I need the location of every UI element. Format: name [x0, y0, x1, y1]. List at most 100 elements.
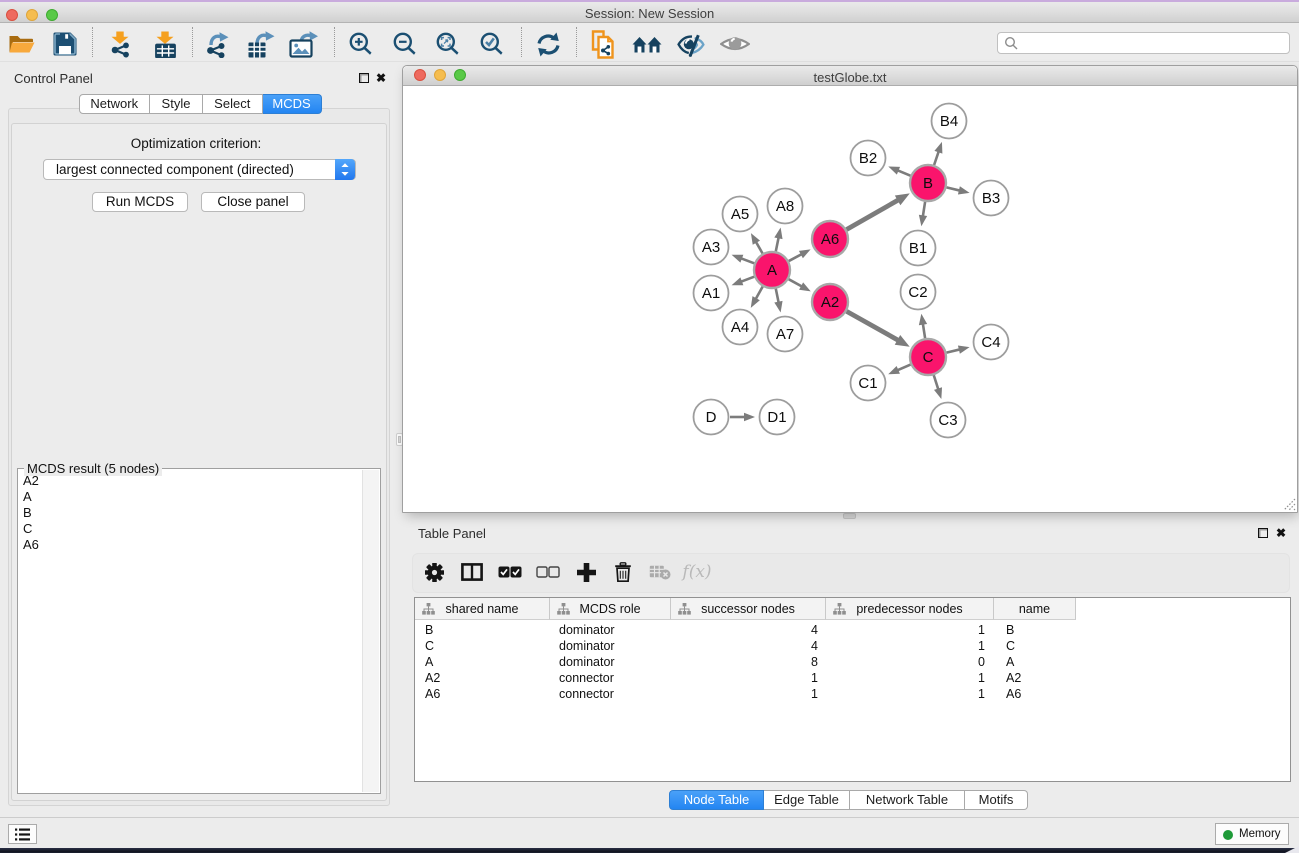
show-all-button[interactable]	[718, 29, 752, 59]
show-hide-columns-button[interactable]	[455, 559, 489, 585]
table-cell[interactable]: dominator	[559, 638, 615, 654]
import-table-button[interactable]	[148, 29, 182, 59]
search-input[interactable]	[997, 32, 1290, 54]
network-window-title-bar[interactable]: testGlobe.txt	[403, 66, 1297, 86]
run-mcds-button[interactable]: Run MCDS	[92, 192, 188, 212]
float-table-panel-icon[interactable]	[1258, 528, 1268, 538]
edge-A-A2[interactable]	[789, 279, 803, 287]
save-session-button[interactable]	[48, 29, 82, 59]
edge-C-C1[interactable]	[896, 365, 910, 371]
table-cell[interactable]: connector	[559, 670, 614, 686]
mcds-result-item[interactable]: C	[20, 521, 360, 537]
table-options-button[interactable]	[417, 559, 451, 585]
mcds-result-list[interactable]: A2ABCA6	[20, 473, 360, 553]
edge-B-B4[interactable]	[934, 150, 939, 165]
table-cell[interactable]: connector	[559, 686, 614, 702]
table-cell[interactable]: 8	[671, 654, 818, 670]
open-session-button[interactable]	[4, 29, 38, 59]
edge-A2-C[interactable]	[847, 311, 900, 341]
criterion-dropdown[interactable]: largest connected component (directed)	[43, 159, 356, 180]
table-cell[interactable]: 4	[671, 622, 818, 638]
mcds-result-item[interactable]: A6	[20, 537, 360, 553]
table-cell[interactable]: B	[1006, 622, 1014, 638]
clone-network-button[interactable]	[588, 29, 622, 59]
network-view-window[interactable]: testGlobe.txt B4B2BB3A5A8A6A3B1AA1C2A2A4…	[402, 65, 1298, 513]
table-cell[interactable]: 1	[671, 686, 818, 702]
function-builder-button[interactable]: f(x)	[680, 559, 714, 585]
edge-A-A7[interactable]	[776, 289, 779, 304]
edge-A-A6[interactable]	[789, 254, 803, 261]
edge-C-C4[interactable]	[946, 349, 960, 352]
edge-A6-B[interactable]	[846, 199, 899, 229]
edge-B-B3[interactable]	[946, 187, 960, 190]
table-cell[interactable]: 1	[826, 686, 985, 702]
table-cell[interactable]: 1	[826, 622, 985, 638]
column-header-successor-nodes[interactable]: successor nodes	[671, 598, 826, 620]
mcds-result-item[interactable]: A2	[20, 473, 360, 489]
edge-A-A1[interactable]	[740, 277, 754, 282]
column-header-predecessor-nodes[interactable]: predecessor nodes	[826, 598, 994, 620]
table-cell[interactable]: 1	[671, 670, 818, 686]
table-tab-motifs[interactable]: Motifs	[965, 790, 1028, 810]
table-cell[interactable]: dominator	[559, 654, 615, 670]
column-header-name[interactable]: name	[994, 598, 1076, 620]
apply-layout-button[interactable]	[531, 29, 565, 59]
deselect-all-columns-button[interactable]	[531, 559, 565, 585]
export-network-button[interactable]	[201, 29, 235, 59]
edge-C-C3[interactable]	[934, 375, 939, 390]
mcds-result-item[interactable]: A	[20, 489, 360, 505]
select-all-columns-button[interactable]	[493, 559, 527, 585]
control-tab-select[interactable]: Select	[203, 94, 263, 114]
table-cell[interactable]: A2	[425, 670, 440, 686]
table-cell[interactable]: A2	[1006, 670, 1021, 686]
delete-columns-button[interactable]	[606, 559, 640, 585]
create-column-button[interactable]	[569, 559, 603, 585]
table-cell[interactable]: B	[425, 622, 433, 638]
table-cell[interactable]: 0	[826, 654, 985, 670]
export-image-button[interactable]	[286, 29, 320, 59]
edge-C-C2[interactable]	[923, 323, 925, 339]
zoom-selected-button[interactable]	[475, 29, 509, 59]
table-cell[interactable]: A6	[425, 686, 440, 702]
window-resize-grip-icon[interactable]	[1283, 498, 1296, 511]
close-panel-button[interactable]: Close panel	[201, 192, 305, 212]
table-cell[interactable]: A	[425, 654, 433, 670]
hide-selected-button[interactable]	[674, 29, 708, 59]
edge-B-B1[interactable]	[923, 202, 925, 218]
zoom-fit-button[interactable]	[431, 29, 465, 59]
delete-table-button[interactable]	[643, 559, 677, 585]
zoom-in-button[interactable]	[344, 29, 378, 59]
table-cell[interactable]: C	[1006, 638, 1015, 654]
dropdown-spinner[interactable]	[335, 159, 355, 180]
table-tab-node-table[interactable]: Node Table	[669, 790, 764, 810]
table-cell[interactable]: 1	[826, 638, 985, 654]
edge-A-A5[interactable]	[755, 241, 762, 254]
main-title-bar[interactable]: Session: New Session	[0, 2, 1299, 23]
network-canvas[interactable]: B4B2BB3A5A8A6A3B1AA1C2A2A4A7C4CC1C3DD1	[403, 87, 1297, 512]
column-header-MCDS-role[interactable]: MCDS role	[550, 598, 671, 620]
control-tab-mcds[interactable]: MCDS	[263, 94, 322, 114]
close-panel-icon[interactable]: ✖	[376, 73, 386, 83]
table-cell[interactable]: A6	[1006, 686, 1021, 702]
table-tab-network-table[interactable]: Network Table	[850, 790, 965, 810]
table-cell[interactable]: 1	[826, 670, 985, 686]
import-network-button[interactable]	[103, 29, 137, 59]
control-tab-network[interactable]: Network	[79, 94, 151, 114]
zoom-out-button[interactable]	[388, 29, 422, 59]
mcds-result-item[interactable]: B	[20, 505, 360, 521]
first-neighbors-button[interactable]	[630, 29, 664, 59]
table-cell[interactable]: dominator	[559, 622, 615, 638]
memory-button[interactable]: Memory	[1215, 823, 1289, 845]
edge-A-A8[interactable]	[776, 236, 779, 251]
edge-A-A4[interactable]	[755, 287, 763, 300]
node-table[interactable]: shared nameMCDS rolesuccessor nodesprede…	[414, 597, 1291, 782]
edge-B-B2[interactable]	[897, 170, 911, 176]
float-panel-icon[interactable]	[359, 73, 369, 83]
result-scrollbar[interactable]	[362, 470, 379, 792]
table-cell[interactable]: 4	[671, 638, 818, 654]
column-header-shared-name[interactable]: shared name	[415, 598, 550, 620]
table-cell[interactable]: A	[1006, 654, 1014, 670]
close-table-panel-icon[interactable]: ✖	[1276, 528, 1286, 538]
edge-A-A3[interactable]	[740, 258, 754, 263]
show-panels-list-button[interactable]	[8, 824, 37, 844]
